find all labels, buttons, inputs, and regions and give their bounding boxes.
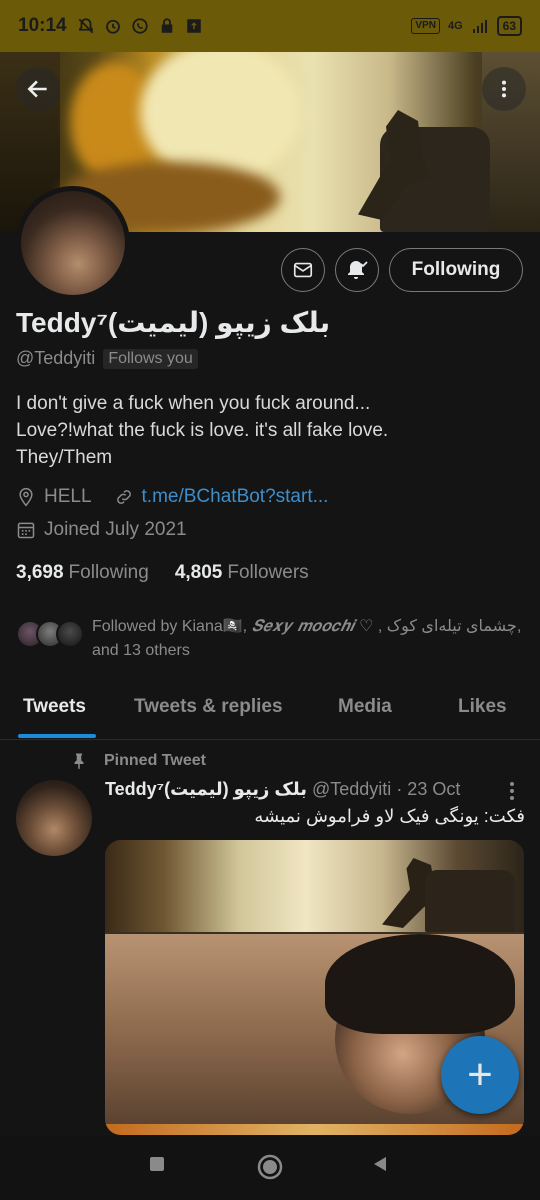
bio-line: I don't give a fuck when you fuck around… (16, 393, 371, 414)
triangle-back-icon (374, 1157, 386, 1171)
handle-row: @Teddyiti Follows you (16, 348, 198, 369)
link-icon (114, 487, 134, 507)
lock-icon (158, 17, 176, 35)
notification-off-icon (77, 17, 95, 35)
pin-icon (74, 753, 84, 770)
followed-by-name: 𝑺𝒆𝒙𝒚 𝒎𝒐𝒐𝒄𝒉𝒊 ♡ (251, 616, 374, 635)
circle-icon (257, 1154, 283, 1180)
profile-meta-row: HELL t.me/BChatBot?start... (16, 486, 328, 508)
profile-tabs: Tweets Tweets & replies Media Likes (0, 684, 540, 740)
pinned-tweet-text: Pinned Tweet (104, 752, 206, 769)
message-button[interactable] (281, 248, 325, 292)
followed-by[interactable]: Followed by Kiana🏴‍☠️, 𝑺𝒆𝒙𝒚 𝒎𝒐𝒐𝒄𝒉𝒊 ♡ , چ… (16, 614, 532, 663)
signal-icon (471, 17, 489, 35)
arrow-left-icon (27, 80, 47, 98)
vpn-badge: VPN (411, 18, 440, 34)
tweet-text: فکت: یونگی فیک لاو فراموش نمیشه (254, 806, 525, 826)
profile-name: Teddy⁷(بلک زیپو (لیمیت (16, 307, 331, 338)
media-image-top (105, 840, 524, 932)
profile-joined: Joined July 2021 (44, 519, 187, 540)
tab-media[interactable]: Media (338, 696, 392, 718)
profile-handle: @Teddyiti (16, 348, 96, 368)
network-indicator: 4G (447, 20, 463, 32)
whatsapp-icon (131, 17, 149, 35)
home-button[interactable] (256, 1153, 284, 1181)
followers-count: 4,805 (174, 562, 223, 583)
followed-by-name: , چشمای تیله‌ای کوک, (377, 618, 522, 635)
followers-stat[interactable]: 4,805 Followers (175, 562, 309, 584)
following-button[interactable]: Following (389, 248, 523, 292)
tweet-author-name: Teddy⁷(بلک زیپو (لیمیت (105, 779, 307, 799)
followed-by-suffix: and 13 others (92, 642, 190, 659)
more-options-button[interactable] (482, 67, 526, 111)
profile-link[interactable]: t.me/BChatBot?start... (142, 486, 329, 508)
status-bar: 10:14 VPN 4G 63 (0, 0, 540, 52)
battery-indicator: 63 (496, 16, 522, 36)
tweet-more-button[interactable] (504, 780, 520, 807)
tweet-author-handle: @Teddyiti (311, 779, 392, 799)
profile-joined-row: Joined July 2021 (16, 519, 187, 541)
media-image-strip (105, 1124, 524, 1135)
following-label: Following (68, 562, 149, 583)
tab-tweets-replies[interactable]: Tweets & replies (134, 696, 283, 718)
tab-tweets[interactable]: Tweets (23, 696, 86, 718)
back-button[interactable] (16, 67, 60, 111)
followed-by-avatars (16, 614, 86, 650)
profile-stats: 3,698 Following 4,805 Followers (16, 562, 309, 584)
back-nav-button[interactable] (371, 1155, 389, 1173)
followed-by-text: Followed by Kiana🏴‍☠️, 𝑺𝒆𝒙𝒚 𝒎𝒐𝒐𝒄𝒉𝒊 ♡ , چ… (92, 614, 532, 663)
media-chair (425, 870, 515, 932)
more-vertical-icon (501, 80, 507, 98)
followers-label: Followers (227, 562, 309, 583)
calendar-icon (16, 520, 36, 540)
following-stat[interactable]: 3,698 Following (16, 562, 149, 584)
bio-line: They/Them (16, 447, 113, 468)
bell-check-icon (348, 261, 368, 279)
square-icon (150, 1157, 164, 1171)
followed-by-prefix: Followed by Kiana🏴‍☠️, (92, 618, 252, 635)
following-count: 3,698 (16, 562, 64, 583)
media-hair (325, 934, 515, 1034)
tweet-author-avatar[interactable] (16, 780, 92, 856)
tweet-header: Teddy⁷(بلک زیپو (لیمیت @Teddyiti · 23 Oc… (105, 779, 460, 800)
avatar (56, 620, 84, 648)
envelope-icon (293, 262, 313, 278)
profile-bio: I don't give a fuck when you fuck around… (16, 390, 516, 471)
location-icon (16, 487, 36, 507)
follows-you-badge: Follows you (103, 348, 198, 369)
upload-icon (185, 17, 203, 35)
status-time: 10:14 (18, 15, 67, 36)
tweet-date: · 23 Oct (396, 779, 461, 799)
more-vertical-icon (510, 782, 514, 800)
bio-line: Love?!what the fuck is love. it's all fa… (16, 420, 389, 441)
profile-avatar[interactable] (16, 186, 130, 300)
alarm-icon (104, 17, 122, 35)
notifications-button[interactable] (335, 248, 379, 292)
active-tab-indicator (18, 734, 96, 738)
tab-likes[interactable]: Likes (458, 696, 507, 718)
profile-location: HELL (44, 486, 92, 507)
compose-tweet-button[interactable]: + (441, 1036, 519, 1114)
recents-button[interactable] (148, 1155, 166, 1173)
pinned-label: Pinned Tweet (70, 752, 206, 770)
